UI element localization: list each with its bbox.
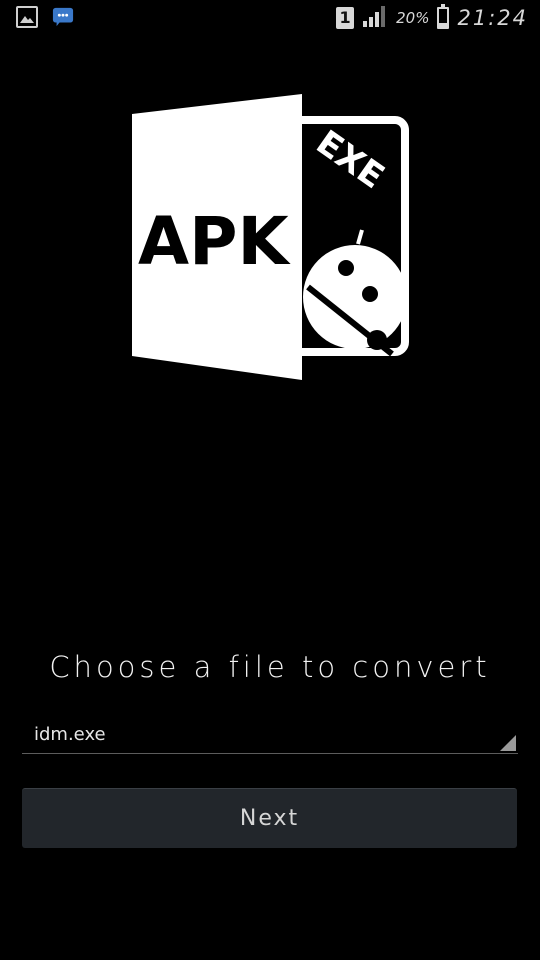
messaging-notification-icon [52, 6, 74, 28]
system-status: 1 20% 21:24 [336, 4, 528, 32]
file-selector-dropdown[interactable]: idm.exe [22, 716, 518, 754]
logo-primary-text: APK [138, 203, 291, 280]
selected-file-value: idm.exe [34, 724, 106, 745]
status-bar: 1 20% 21:24 [0, 0, 540, 36]
notification-icons [16, 6, 74, 28]
sim-slot-badge: 1 [336, 7, 355, 29]
battery-icon [437, 4, 450, 29]
choose-file-prompt: Choose a file to convert [49, 650, 491, 684]
gallery-notification-icon [16, 6, 38, 28]
clock: 21:24 [457, 6, 528, 30]
signal-strength-icon [362, 5, 388, 31]
battery-percent: 20% [396, 9, 430, 27]
dropdown-corner-icon [500, 735, 516, 751]
apk-exe-logo: EXE APK [130, 92, 410, 382]
logo-secondary-text: EXE [309, 123, 391, 197]
battery-level-fill [439, 23, 448, 27]
android-icon [303, 229, 407, 357]
next-button[interactable]: Next [22, 788, 517, 848]
